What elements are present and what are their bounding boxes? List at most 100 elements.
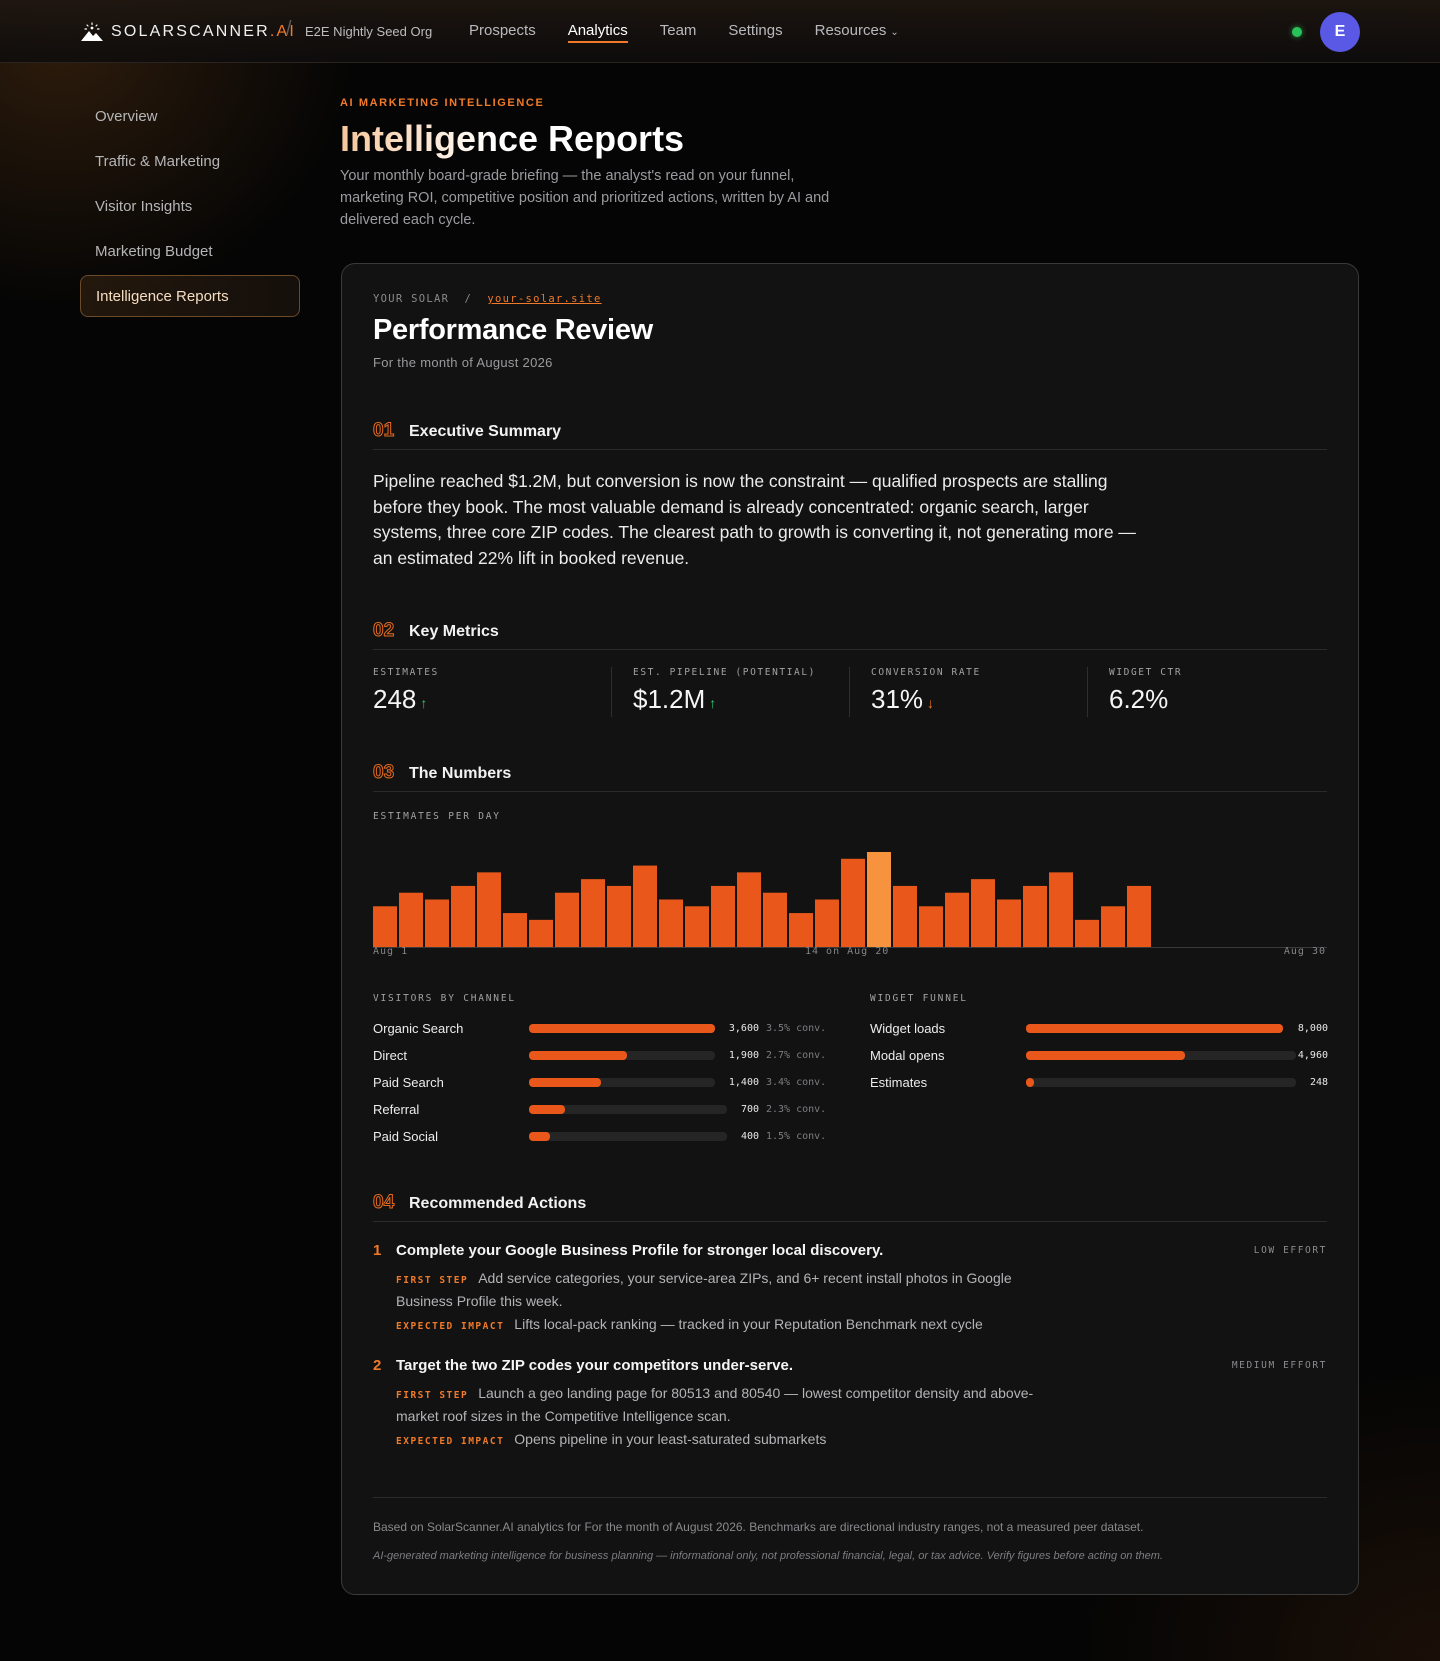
chart-bar-aug-24[interactable] (971, 879, 995, 947)
first-step-text: Launch a geo landing page for 80513 and … (396, 1385, 1034, 1424)
sidebar-item-intelligence-reports[interactable]: Intelligence Reports (80, 275, 300, 317)
funnel-row-value: 248 (1309, 1076, 1328, 1088)
channel-row-value: 700 (740, 1103, 759, 1115)
channel-row-name: Paid Search (373, 1074, 444, 1090)
page-eyebrow: AI MARKETING INTELLIGENCE (340, 97, 545, 109)
channel-row: Paid Social 400 1.5% conv. (373, 1127, 826, 1145)
section-title: Key Metrics (409, 623, 499, 640)
channel-row-value: 3,600 (728, 1022, 759, 1034)
trend-down-icon: ↓ (927, 695, 935, 711)
chart-bar-aug-7[interactable] (529, 919, 553, 947)
chart-bar-aug-14[interactable] (711, 885, 735, 947)
user-avatar[interactable]: E (1320, 12, 1360, 52)
report-breadcrumb: YOUR SOLAR / your-solar.site (373, 293, 602, 305)
sidebar-item-traffic-marketing[interactable]: Traffic & Marketing (80, 140, 300, 182)
main-nav: Prospects Analytics Team Settings Resour… (469, 22, 931, 43)
page-subtitle: Your monthly board-grade briefing — the … (340, 168, 830, 228)
chart-bar-aug-2[interactable] (399, 892, 423, 947)
chart-bar-aug-9[interactable] (581, 879, 605, 947)
sidebar-item-marketing-budget[interactable]: Marketing Budget (80, 230, 300, 272)
section-number: 01 (372, 420, 395, 442)
chart-bar-aug-23[interactable] (945, 892, 969, 947)
org-switcher[interactable]: E2E Nightly Seed Org (305, 24, 432, 39)
report-disclaimer: AI-generated marketing intelligence for … (373, 1550, 1163, 1562)
metric-estimates: ESTIMATES 248 ↑ (373, 667, 611, 717)
funnel-row-name: Estimates (870, 1074, 928, 1090)
funnel-row-bar-fill (1026, 1023, 1283, 1033)
chart-bar-aug-17[interactable] (789, 913, 813, 947)
chart-bar-aug-12[interactable] (659, 899, 683, 948)
brand-logo[interactable]: SOLARSCANNER.AI (80, 20, 296, 44)
impact-text: Lifts local-pack ranking — tracked in yo… (514, 1316, 983, 1332)
chart-bar-aug-8[interactable] (555, 892, 579, 947)
metric-value: 31% (871, 684, 924, 714)
action-first-step: FIRST STEP Launch a geo landing page for … (396, 1383, 1036, 1426)
chart-bar-aug-20[interactable] (867, 852, 891, 947)
chart-bar-aug-5[interactable] (477, 872, 501, 947)
key-metrics-row: ESTIMATES 248 ↑ EST. PIPELINE (POTENTIAL)… (373, 667, 1327, 717)
nav-link-resources[interactable]: Resources ⌄ (815, 22, 899, 43)
chart-bar-aug-3[interactable] (425, 899, 449, 948)
nav-link-settings[interactable]: Settings (728, 22, 782, 43)
chart-bar-aug-29[interactable] (1101, 906, 1125, 947)
chart-bar-aug-15[interactable] (737, 872, 761, 947)
chart-bar-aug-6[interactable] (503, 913, 527, 947)
chart-bar-aug-27[interactable] (1049, 872, 1073, 947)
impact-tag: EXPECTED IMPACT (396, 1321, 505, 1332)
chart-bar-aug-4[interactable] (451, 885, 475, 947)
funnel-row-value: 4,960 (1297, 1049, 1328, 1061)
channel-row-bar-fill (529, 1077, 602, 1087)
chart-bar-aug-22[interactable] (919, 906, 943, 947)
chart-bar-aug-1[interactable] (373, 906, 397, 947)
chart-bar-aug-26[interactable] (1023, 885, 1047, 947)
nav-link-team[interactable]: Team (660, 22, 697, 43)
channel-row-bar-fill (529, 1050, 628, 1060)
action-title: Complete your Google Business Profile fo… (396, 1242, 884, 1259)
channel-row-bar-track (529, 1077, 715, 1087)
first-step-tag: FIRST STEP (396, 1275, 469, 1286)
first-step-text: Add service categories, your service-are… (396, 1270, 1012, 1309)
sidebar-item-visitor-insights[interactable]: Visitor Insights (80, 185, 300, 227)
action-title: Target the two ZIP codes your competitor… (396, 1357, 794, 1374)
channel-row-conversion: 2.7% conv. (766, 1049, 827, 1061)
funnel-row-name: Widget loads (870, 1020, 946, 1036)
chart-bar-aug-30[interactable] (1127, 885, 1151, 947)
report-footnote: Based on SolarScanner.AI analytics for F… (373, 1520, 1144, 1534)
x-axis-end-label: Aug 30 (1283, 946, 1326, 957)
channel-row-name: Direct (373, 1047, 407, 1063)
funnel-row-value: 8,000 (1297, 1022, 1328, 1034)
trend-up-icon: ↑ (709, 695, 717, 711)
channel-row-bar-fill (529, 1131, 550, 1141)
action-number: 2 (373, 1357, 382, 1374)
chart-bar-aug-11[interactable] (633, 865, 657, 947)
funnel-row: Widget loads 8,000 (870, 1019, 1328, 1037)
channel-row-bar-fill (529, 1104, 566, 1114)
chart-bar-aug-16[interactable] (763, 892, 787, 947)
status-indicator (1292, 27, 1302, 37)
chart-bar-aug-25[interactable] (997, 899, 1021, 948)
x-axis-peak-label: 14 on Aug 20 (805, 946, 890, 957)
chart-bar-aug-21[interactable] (893, 885, 917, 947)
chart-bar-aug-28[interactable] (1075, 919, 1099, 947)
crumb-site-link[interactable]: your-solar.site (487, 293, 601, 305)
funnel-row-bar-track (1026, 1050, 1296, 1060)
impact-tag: EXPECTED IMPACT (396, 1436, 505, 1447)
executive-summary-text: Pipeline reached $1.2M, but conversion i… (373, 471, 1136, 568)
metric-conversion-rate: CONVERSION RATE 31% ↓ (849, 667, 1087, 717)
chart-bar-aug-19[interactable] (841, 858, 865, 947)
nav-link-analytics[interactable]: Analytics (567, 22, 628, 43)
action-expected-impact: EXPECTED IMPACT Opens pipeline in your le… (396, 1429, 1196, 1452)
chart-bar-aug-10[interactable] (607, 885, 631, 947)
section-key-metrics: 02 Key Metrics (372, 620, 1327, 650)
funnel-row: Modal opens 4,960 (870, 1046, 1328, 1064)
channel-row: Organic Search 3,600 3.5% conv. (373, 1019, 826, 1037)
metric-widget-ctr: WIDGET CTR 6.2% (1087, 667, 1325, 717)
chart-bar-aug-13[interactable] (685, 906, 709, 947)
sidebar-item-overview[interactable]: Overview (80, 95, 300, 137)
nav-link-prospects[interactable]: Prospects (469, 22, 536, 43)
chart-bar-aug-18[interactable] (815, 899, 839, 948)
action-item: 2 Target the two ZIP codes your competit… (373, 1357, 1327, 1457)
metric-label: ESTIMATES (373, 667, 439, 678)
channel-row-name: Organic Search (373, 1020, 464, 1036)
crumb-separator: / (464, 293, 473, 305)
